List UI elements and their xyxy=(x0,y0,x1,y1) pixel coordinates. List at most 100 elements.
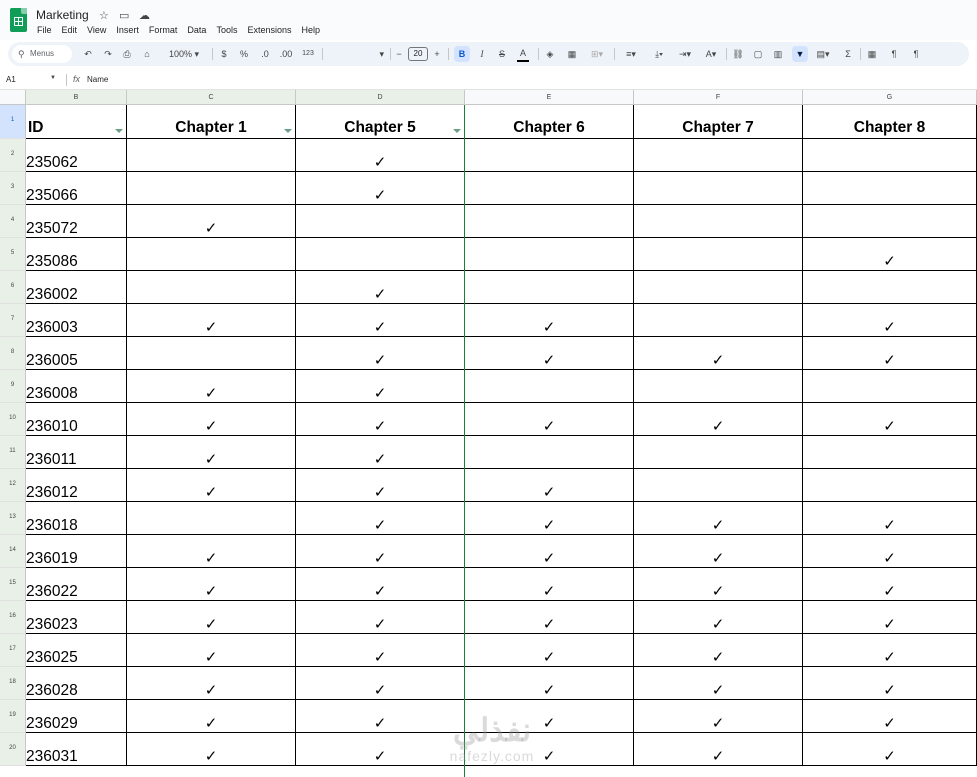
chapter-cell[interactable]: ✓ xyxy=(634,568,803,601)
italic-button[interactable]: I xyxy=(476,42,488,66)
chapter-cell[interactable]: ✓ xyxy=(465,568,634,601)
chapter-cell[interactable]: ✓ xyxy=(127,535,296,568)
id-cell[interactable]: 236010 xyxy=(26,403,127,436)
row-header-6[interactable]: 6 xyxy=(0,271,26,304)
row-header-5[interactable]: 5 xyxy=(0,238,26,271)
chapter-cell[interactable]: ✓ xyxy=(465,403,634,436)
chapter-cell[interactable]: ✓ xyxy=(296,634,465,667)
row-header-3[interactable]: 3 xyxy=(0,172,26,205)
filter-dropdown-icon[interactable] xyxy=(284,129,292,133)
menu-insert[interactable]: Insert xyxy=(116,25,139,35)
header-cell-col-d[interactable]: Chapter 5 xyxy=(296,105,465,139)
id-cell[interactable]: 236002 xyxy=(26,271,127,304)
chapter-cell[interactable]: ✓ xyxy=(127,601,296,634)
chapter-cell[interactable]: ✓ xyxy=(127,304,296,337)
percent-format-button[interactable]: % xyxy=(238,42,250,66)
chapter-cell[interactable] xyxy=(127,337,296,370)
chapter-cell[interactable] xyxy=(634,370,803,403)
star-icon[interactable]: ☆ xyxy=(99,9,109,22)
id-cell[interactable]: 235086 xyxy=(26,238,127,271)
chapter-cell[interactable]: ✓ xyxy=(296,370,465,403)
chapter-cell[interactable]: ✓ xyxy=(127,568,296,601)
chapter-cell[interactable]: ✓ xyxy=(634,535,803,568)
chapter-cell[interactable] xyxy=(127,502,296,535)
chapter-cell[interactable]: ✓ xyxy=(634,700,803,733)
row-header-20[interactable]: 20 xyxy=(0,733,26,766)
id-cell[interactable]: 236003 xyxy=(26,304,127,337)
row-header-10[interactable]: 10 xyxy=(0,403,26,436)
row-header-14[interactable]: 14 xyxy=(0,535,26,568)
column-header-c[interactable]: C xyxy=(127,90,296,105)
menu-help[interactable]: Help xyxy=(301,25,320,35)
vertical-align-icon[interactable]: ⤓▾ xyxy=(648,42,670,66)
chapter-cell[interactable]: ✓ xyxy=(465,700,634,733)
chapter-cell[interactable] xyxy=(465,271,634,304)
id-cell[interactable]: 236012 xyxy=(26,469,127,502)
document-title[interactable]: Marketing xyxy=(36,8,89,22)
chapter-cell[interactable]: ✓ xyxy=(634,733,803,766)
chapter-cell[interactable]: ✓ xyxy=(803,733,977,766)
chapter-cell[interactable]: ✓ xyxy=(465,601,634,634)
chevron-down-icon[interactable]: ▼ xyxy=(50,75,56,81)
chapter-cell[interactable]: ✓ xyxy=(803,634,977,667)
chapter-cell[interactable]: ✓ xyxy=(465,667,634,700)
sheets-logo-icon[interactable] xyxy=(10,8,27,32)
row-header-19[interactable]: 19 xyxy=(0,700,26,733)
menu-extensions[interactable]: Extensions xyxy=(247,25,291,35)
text-color-button[interactable]: A xyxy=(517,45,529,62)
undo-icon[interactable]: ↶ xyxy=(82,42,94,66)
menu-format[interactable]: Format xyxy=(149,25,178,35)
chapter-cell[interactable]: ✓ xyxy=(127,436,296,469)
chapter-cell[interactable] xyxy=(634,304,803,337)
chapter-cell[interactable] xyxy=(634,238,803,271)
chapter-cell[interactable]: ✓ xyxy=(296,502,465,535)
name-box[interactable]: A1 xyxy=(6,75,16,84)
chapter-cell[interactable]: ✓ xyxy=(296,436,465,469)
chapter-cell[interactable]: ✓ xyxy=(803,238,977,271)
chapter-cell[interactable]: ✓ xyxy=(465,733,634,766)
chapter-cell[interactable]: ✓ xyxy=(803,568,977,601)
filter-icon[interactable]: ▼ xyxy=(792,46,808,62)
header-cell-col-e[interactable]: Chapter 6 xyxy=(465,105,634,139)
chapter-cell[interactable]: ✓ xyxy=(803,304,977,337)
chapter-cell[interactable] xyxy=(465,238,634,271)
chapter-cell[interactable] xyxy=(634,139,803,172)
chapter-cell[interactable] xyxy=(803,205,977,238)
borders-icon[interactable]: ▦ xyxy=(566,42,578,66)
formula-input[interactable]: Name xyxy=(87,75,108,84)
chapter-cell[interactable]: ✓ xyxy=(296,700,465,733)
chapter-cell[interactable]: ✓ xyxy=(127,205,296,238)
chapter-cell[interactable]: ✓ xyxy=(803,667,977,700)
chapter-cell[interactable] xyxy=(803,469,977,502)
chapter-cell[interactable]: ✓ xyxy=(296,469,465,502)
row-header-17[interactable]: 17 xyxy=(0,634,26,667)
chapter-cell[interactable]: ✓ xyxy=(296,601,465,634)
id-cell[interactable]: 236023 xyxy=(26,601,127,634)
chapter-cell[interactable]: ✓ xyxy=(296,733,465,766)
chapter-cell[interactable]: ✓ xyxy=(296,337,465,370)
menu-file[interactable]: File xyxy=(37,25,52,35)
chapter-cell[interactable]: ✓ xyxy=(127,733,296,766)
menu-data[interactable]: Data xyxy=(187,25,206,35)
chapter-cell[interactable] xyxy=(465,172,634,205)
column-header-g[interactable]: G xyxy=(803,90,977,105)
chapter-cell[interactable] xyxy=(634,172,803,205)
redo-icon[interactable]: ↷ xyxy=(102,42,114,66)
id-cell[interactable]: 236019 xyxy=(26,535,127,568)
strikethrough-button[interactable]: S xyxy=(496,42,508,66)
chapter-cell[interactable]: ✓ xyxy=(634,601,803,634)
font-family-select[interactable]: ▾ xyxy=(328,42,384,66)
chapter-cell[interactable]: ✓ xyxy=(127,667,296,700)
fill-color-icon[interactable]: ◈ xyxy=(544,42,556,66)
row-header-18[interactable]: 18 xyxy=(0,667,26,700)
chapter-cell[interactable] xyxy=(127,238,296,271)
chapter-cell[interactable]: ✓ xyxy=(296,139,465,172)
header-cell-col-f[interactable]: Chapter 7 xyxy=(634,105,803,139)
print-icon[interactable]: ⎙ xyxy=(121,42,133,66)
chapter-cell[interactable]: ✓ xyxy=(634,634,803,667)
chapter-cell[interactable]: ✓ xyxy=(634,667,803,700)
cloud-status-icon[interactable]: ☁ xyxy=(139,9,150,22)
column-header-f[interactable]: F xyxy=(634,90,803,105)
chapter-cell[interactable]: ✓ xyxy=(465,502,634,535)
id-cell[interactable]: 236005 xyxy=(26,337,127,370)
